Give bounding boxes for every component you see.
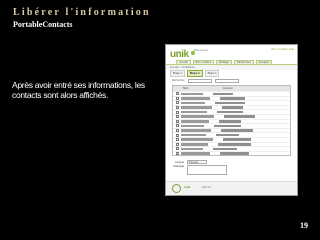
row-checkbox[interactable] [175, 115, 179, 119]
nav-tab-mon-contenu[interactable]: Mon contenu [192, 60, 215, 65]
nav-tab-partager[interactable]: Partager [216, 60, 233, 65]
nav-tab-groupes[interactable]: Groupes [255, 60, 272, 65]
message-textarea[interactable] [187, 165, 227, 176]
app-logo: unik [170, 49, 196, 60]
contact-email-redacted [224, 115, 255, 119]
row-checkbox[interactable] [175, 133, 179, 137]
message-row: Message [172, 165, 291, 177]
contact-email-redacted [222, 106, 243, 109]
slide-header: Libérer l'information PortableContacts [13, 7, 151, 29]
invite-form: Langue Français Message [166, 157, 297, 179]
step-indicator: Étape 1 Étape 2 Étape 3 [166, 70, 297, 77]
nav-tab-rechercher[interactable]: Rechercher [234, 60, 254, 65]
site-tag: Bienvenue [194, 49, 208, 52]
contact-email-redacted [214, 124, 241, 128]
search-label: Rechercher [172, 79, 186, 82]
table-row[interactable] [173, 150, 290, 156]
slide-title: Libérer l'information [13, 7, 151, 18]
app-screenshot: unik Bienvenue Mon compte | Aide Accueil… [165, 44, 298, 196]
row-checkbox[interactable] [175, 110, 179, 114]
contact-name-redacted [181, 101, 205, 105]
column-name: Nom [183, 87, 189, 90]
row-checkbox[interactable] [175, 92, 179, 96]
contact-email-redacted [223, 138, 251, 142]
contacts-table: Nom Courriel [172, 85, 291, 157]
contact-name-redacted [181, 97, 210, 100]
table-body [173, 91, 290, 156]
search-input[interactable] [188, 78, 213, 83]
logo-text: unik [170, 49, 189, 60]
row-checkbox[interactable] [175, 96, 179, 100]
contact-email-redacted [213, 147, 237, 151]
slide-subtitle: PortableContacts [13, 20, 73, 29]
contact-email-redacted [221, 129, 253, 132]
message-label: Message [173, 165, 184, 169]
contact-name-redacted [181, 138, 213, 142]
contact-name-redacted [181, 143, 208, 146]
row-checkbox[interactable] [175, 142, 179, 146]
contact-email-redacted [217, 110, 243, 114]
footer-logo-icon [172, 184, 181, 193]
contact-email-redacted [216, 133, 239, 137]
footer-brand: unik [184, 186, 191, 189]
language-select[interactable]: Français [187, 160, 207, 165]
contact-email-redacted [220, 97, 245, 100]
page-number: 19 [300, 221, 308, 230]
contact-name-redacted [181, 152, 210, 155]
row-checkbox[interactable] [175, 124, 179, 128]
contact-name-redacted [181, 133, 206, 137]
top-links[interactable]: Mon compte | Aide [272, 48, 294, 51]
step-1: Étape 1 [170, 70, 185, 77]
contact-name-redacted [181, 92, 203, 96]
contact-email-redacted [213, 92, 233, 96]
row-checkbox[interactable] [175, 147, 179, 151]
row-checkbox[interactable] [175, 119, 179, 123]
main-nav: Accueil Mon contenu Partager Rechercher … [166, 60, 297, 65]
contact-email-redacted [219, 120, 241, 123]
row-checkbox[interactable] [175, 106, 179, 110]
language-label: Langue [175, 160, 184, 164]
filter-input[interactable] [215, 78, 240, 83]
contact-name-redacted [181, 124, 204, 128]
row-checkbox[interactable] [175, 129, 179, 133]
contact-name-redacted [181, 129, 211, 132]
row-checkbox[interactable] [175, 152, 179, 156]
column-email: Courriel [223, 87, 233, 90]
contact-email-redacted [215, 101, 245, 105]
contact-name-redacted [181, 147, 203, 151]
contact-email-redacted [218, 143, 251, 146]
contact-name-redacted [181, 120, 209, 123]
row-checkbox[interactable] [175, 138, 179, 142]
step-3: Étape 3 [204, 70, 220, 77]
contact-name-redacted [181, 115, 214, 119]
page-footer: unik Web lab [166, 181, 297, 195]
footer-note: Web lab [202, 186, 211, 189]
nav-tab-accueil[interactable]: Accueil [176, 60, 191, 65]
contact-email-redacted [220, 152, 249, 155]
contact-name-redacted [181, 110, 207, 114]
slide-caption: Après avoir entré ses informations, les … [12, 80, 145, 100]
app-header: unik Bienvenue Mon compte | Aide Accueil… [166, 45, 297, 65]
contact-name-redacted [181, 106, 212, 109]
row-checkbox[interactable] [175, 101, 179, 105]
search-row: Rechercher [166, 77, 297, 84]
step-2: Étape 2 [186, 70, 203, 77]
